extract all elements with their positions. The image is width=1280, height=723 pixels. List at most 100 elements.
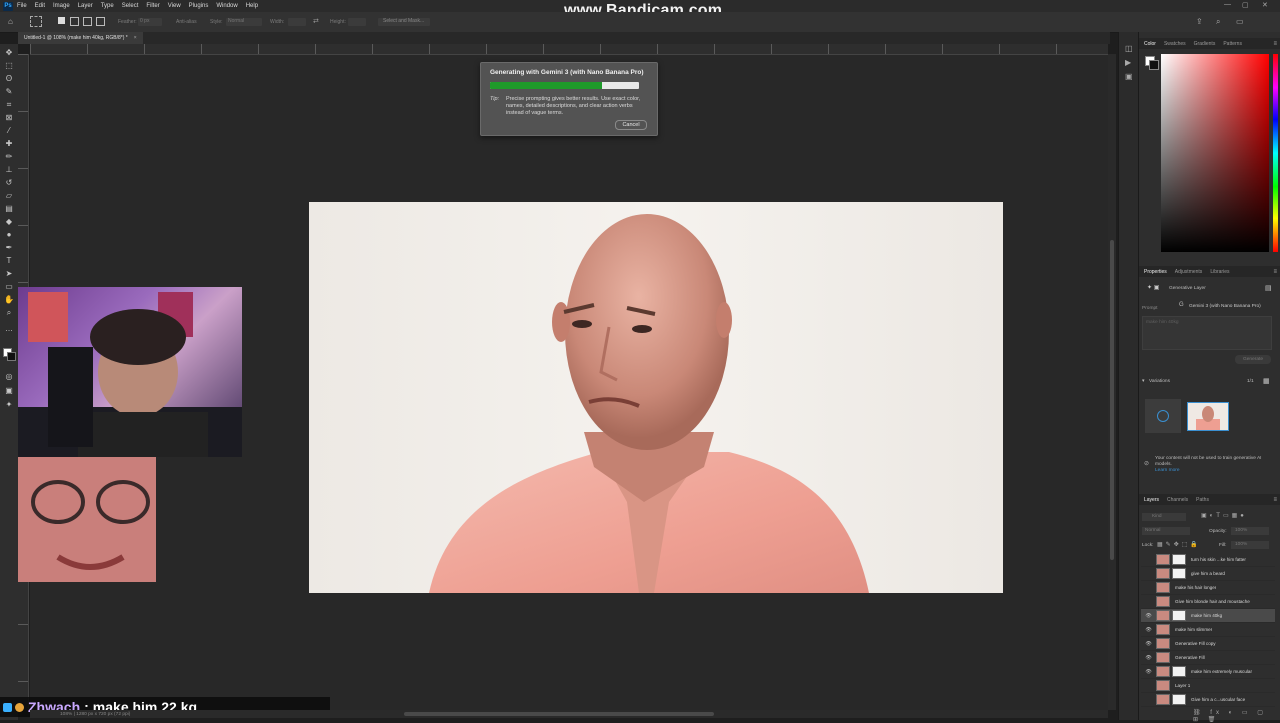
marquee-tool-icon[interactable]: ⬚ (4, 61, 14, 70)
tab-gradients[interactable]: Gradients (1194, 41, 1216, 47)
tab-channels[interactable]: Channels (1167, 497, 1188, 503)
gradient-tool-icon[interactable]: ▤ (4, 204, 14, 213)
close-icon[interactable]: ✕ (1262, 1, 1268, 9)
layer-mask-thumbnail[interactable] (1172, 666, 1186, 677)
lasso-tool-icon[interactable]: ʘ (4, 74, 14, 83)
dodge-tool-icon[interactable]: ● (4, 230, 14, 239)
tab-properties[interactable]: Properties (1144, 269, 1167, 275)
panel-menu-icon[interactable]: ≡ (1273, 41, 1277, 47)
layer-row[interactable]: 👁 make him slimmer (1141, 623, 1275, 637)
generate-button[interactable]: Generate (1235, 355, 1271, 364)
horizontal-scroll-thumb[interactable] (404, 712, 714, 716)
layer-row[interactable]: 👁 Generative Fill copy (1141, 637, 1275, 651)
select-and-mask-button[interactable]: Select and Mask... (378, 18, 430, 26)
layer-mask-thumbnail[interactable] (1172, 554, 1186, 565)
actions-panel-icon[interactable]: ▶ (1125, 58, 1131, 67)
prompt-input[interactable]: make him 40kg (1142, 316, 1272, 350)
hue-slider[interactable] (1273, 54, 1278, 252)
frame-tool-icon[interactable]: ⊠ (4, 113, 14, 122)
layer-row[interactable]: Give him blonde hair and moustache (1141, 595, 1275, 609)
layer-row[interactable]: Give him a c...uscular face (1141, 693, 1275, 707)
vertical-scroll-thumb[interactable] (1110, 240, 1114, 560)
layer-row[interactable]: turn his skin ...ke him fatter (1141, 553, 1275, 567)
visibility-eye-icon[interactable]: 👁 (1144, 669, 1153, 675)
menu-type[interactable]: Type (101, 3, 114, 9)
quick-select-tool-icon[interactable]: ✎ (4, 87, 14, 96)
share-icon[interactable]: ⇪ (1196, 17, 1203, 26)
move-tool-icon[interactable]: ✥ (4, 48, 14, 57)
close-tab-icon[interactable]: × (134, 35, 137, 41)
search-icon[interactable]: ⌕ (1216, 17, 1220, 27)
eraser-tool-icon[interactable]: ▱ (4, 191, 14, 200)
visibility-eye-icon[interactable]: 👁 (1144, 627, 1153, 633)
quick-mask-icon[interactable]: ◎ (4, 372, 14, 381)
layer-filter-kind[interactable]: Kind (1142, 513, 1186, 521)
tab-libraries[interactable]: Libraries (1210, 269, 1229, 275)
layer-row[interactable]: make his hair longer (1141, 581, 1275, 595)
layer-filter-icons[interactable]: ▣◐T▭▦● (1201, 512, 1247, 519)
properties-menu-icon[interactable]: ≡ (1273, 269, 1277, 275)
document-image[interactable] (309, 202, 1003, 593)
height-input[interactable] (348, 18, 366, 26)
swap-dimensions-icon[interactable]: ⇄ (313, 17, 319, 25)
style-select[interactable]: Normal (226, 18, 262, 26)
layer-row[interactable]: 👁 make him 40kg (1141, 609, 1275, 623)
maximize-icon[interactable]: ▢ (1242, 1, 1249, 9)
menu-file[interactable]: File (17, 3, 27, 9)
generative-fill-tool-icon[interactable]: ✦ (4, 400, 14, 409)
horizontal-ruler[interactable] (30, 44, 1108, 55)
intersect-selection-icon[interactable] (96, 17, 105, 26)
menu-help[interactable]: Help (246, 3, 258, 9)
zoom-tool-icon[interactable]: ⌕ (4, 308, 14, 317)
visibility-eye-icon[interactable]: 👁 (1144, 655, 1153, 661)
grid-view-icon[interactable]: ▦ (1263, 377, 1270, 385)
workspace-icon[interactable]: ▭ (1236, 17, 1244, 26)
shape-tool-icon[interactable]: ▭ (4, 282, 14, 291)
history-brush-icon[interactable]: ↺ (4, 178, 14, 187)
layer-row[interactable]: Layer 1 (1141, 679, 1275, 693)
crop-tool-icon[interactable]: ⌗ (4, 100, 14, 109)
hand-tool-icon[interactable]: ✋ (4, 295, 14, 304)
menu-view[interactable]: View (168, 3, 181, 9)
layer-actions-icons[interactable]: ⛓ fx ◐ ▭ ▢ ⊞ 🗑 (1193, 709, 1280, 723)
home-icon[interactable]: ⌂ (8, 17, 13, 26)
tab-paths[interactable]: Paths (1196, 497, 1209, 503)
layer-options-icon[interactable]: ▤ (1265, 284, 1272, 292)
menu-edit[interactable]: Edit (35, 3, 45, 9)
variation-thumbnail[interactable] (1187, 402, 1229, 431)
type-tool-icon[interactable]: T (4, 256, 14, 265)
layer-row[interactable]: give him a beard (1141, 567, 1275, 581)
menu-image[interactable]: Image (53, 3, 70, 9)
tab-patterns[interactable]: Patterns (1223, 41, 1242, 47)
color-picker-field[interactable] (1161, 54, 1269, 252)
layer-mask-thumbnail[interactable] (1172, 610, 1186, 621)
visibility-eye-icon[interactable]: 👁 (1144, 641, 1153, 647)
history-panel-icon[interactable]: ◫ (1125, 44, 1133, 53)
menu-plugins[interactable]: Plugins (189, 3, 209, 9)
pen-tool-icon[interactable]: ✒ (4, 243, 14, 252)
variation-loading[interactable] (1145, 399, 1181, 433)
layers-menu-icon[interactable]: ≡ (1273, 497, 1277, 503)
visibility-eye-icon[interactable]: 👁 (1144, 613, 1153, 619)
eyedropper-tool-icon[interactable]: ⁄ (4, 126, 14, 135)
menu-filter[interactable]: Filter (146, 3, 159, 9)
feather-input[interactable]: 0 px (138, 18, 162, 26)
new-selection-icon[interactable] (58, 17, 65, 24)
model-select[interactable]: Gemini 3 (with Nano Banana Pro) (1189, 304, 1261, 309)
opacity-input[interactable]: 100% (1231, 527, 1269, 535)
width-input[interactable] (288, 18, 306, 26)
background-color-swatch[interactable] (7, 352, 16, 361)
path-select-tool-icon[interactable]: ➤ (4, 269, 14, 278)
tab-color[interactable]: Color (1144, 41, 1156, 47)
blend-mode-select[interactable]: Normal (1142, 527, 1190, 535)
healing-tool-icon[interactable]: ✚ (4, 139, 14, 148)
fill-input[interactable]: 100% (1231, 541, 1269, 549)
marquee-preset-icon[interactable] (30, 16, 42, 27)
edit-toolbar-icon[interactable]: … (4, 324, 14, 333)
menu-layer[interactable]: Layer (78, 3, 93, 9)
subtract-selection-icon[interactable] (83, 17, 92, 26)
add-selection-icon[interactable] (70, 17, 79, 26)
lock-icons[interactable]: ▦✎✥⬚🔒 (1157, 541, 1201, 548)
stamp-tool-icon[interactable]: ⊥ (4, 165, 14, 174)
vertical-scrollbar[interactable] (1108, 54, 1116, 710)
